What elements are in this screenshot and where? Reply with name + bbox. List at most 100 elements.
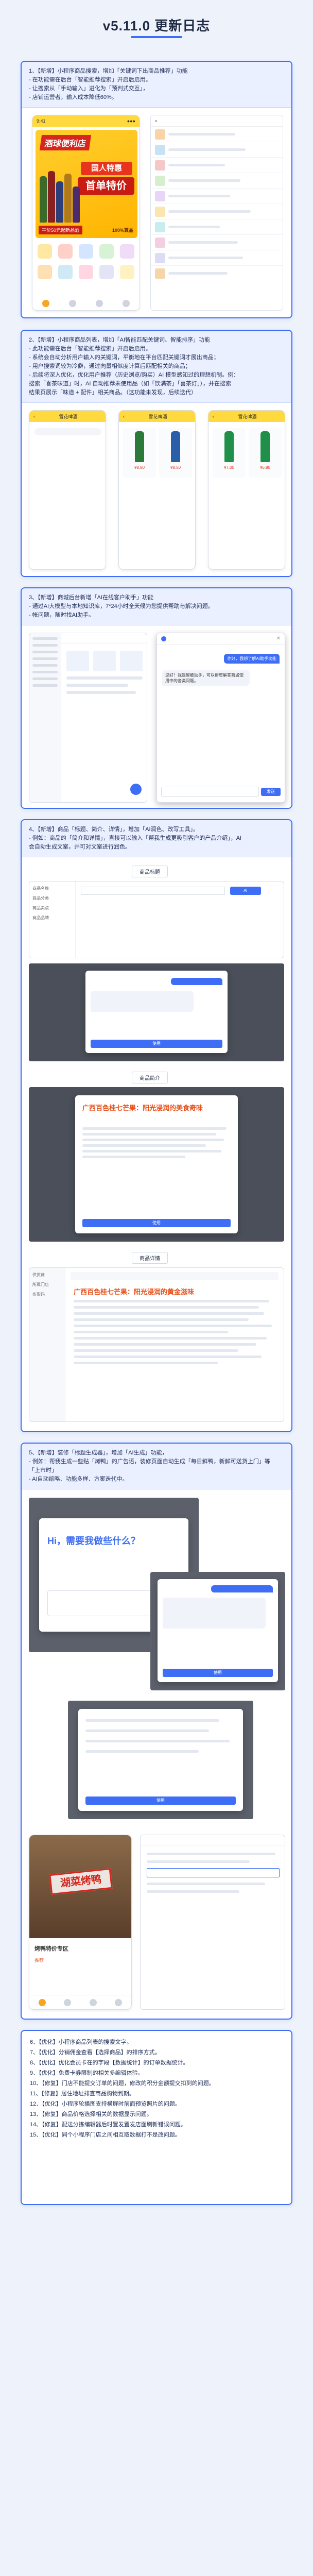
promo-banner[interactable]: 湖菜烤鸭 bbox=[29, 1835, 131, 1938]
editor-toolbar[interactable] bbox=[71, 1272, 279, 1280]
product-card[interactable]: ¥6.80 bbox=[249, 428, 282, 478]
form-label-column: 商品名称 商品分类 商品卖点 商品品牌 bbox=[29, 882, 76, 958]
category-icon[interactable] bbox=[120, 244, 134, 259]
back-icon[interactable]: ‹ bbox=[33, 414, 35, 419]
search-input[interactable] bbox=[34, 428, 101, 435]
section-2-description: 2、【新增】小程序商品列表，增加「AI智能匹配关键词、智能排序」功能 - 此功能… bbox=[22, 331, 291, 403]
use-button[interactable]: 使用 bbox=[85, 1797, 236, 1805]
ai-title-dialog-backdrop: 使用 bbox=[29, 963, 284, 1061]
ai-avatar-icon bbox=[161, 636, 166, 641]
list-item[interactable] bbox=[151, 158, 283, 173]
ai-title-dialog: 使用 bbox=[85, 971, 228, 1053]
section-1-description: 1、【新增】小程序商品搜索，增加「关键词下出商品推荐」功能 - 在功能需在后台「… bbox=[22, 62, 291, 108]
back-icon[interactable]: ‹ bbox=[123, 414, 125, 419]
phone-promo-preview: 湖菜烤鸭 烤鸭特价专区 推荐 bbox=[29, 1835, 132, 2010]
list-item: 15、【优化】同个小程序门店之间相互取数据打不是改问题。 bbox=[30, 2132, 181, 2138]
list-item[interactable] bbox=[151, 142, 283, 158]
chat-input[interactable] bbox=[161, 787, 259, 797]
use-button[interactable]: 使用 bbox=[82, 1219, 231, 1227]
category-icon[interactable] bbox=[99, 244, 114, 259]
category-icon[interactable] bbox=[79, 265, 93, 279]
back-icon[interactable]: ‹ bbox=[213, 414, 214, 419]
category-icon[interactable] bbox=[58, 265, 73, 279]
section-5-body: Hi，需要我做些什么？ 使用 使用 湖菜烤鸭 烤鸭特价专区 推荐 bbox=[22, 1489, 291, 2019]
home-icon[interactable] bbox=[42, 299, 49, 307]
label-product-detail: 商品详情 bbox=[132, 1252, 168, 1264]
section-6-panel: 6、【优化】小程序商品列表的搜索文字。 7、【优化】分销佣金查看【选择商品】的排… bbox=[21, 2030, 292, 2205]
list-item[interactable] bbox=[151, 219, 283, 235]
ai-list-dialog: 使用 bbox=[78, 1709, 243, 1811]
phone-mockup-home: 9:41 ●●● 酒球便利店 国人特惠 首单特价 平价50元起新品酒 100%真品 bbox=[32, 115, 140, 311]
user-icon[interactable] bbox=[115, 1998, 123, 2006]
category-icon[interactable] bbox=[58, 244, 73, 259]
user-icon[interactable] bbox=[123, 299, 130, 307]
title-generator-input[interactable] bbox=[147, 1868, 280, 1877]
product-card[interactable]: ¥8.50 bbox=[159, 428, 192, 478]
section-2-panel: 2、【新增】小程序商品列表，增加「AI智能匹配关键词、智能排序」功能 - 此功能… bbox=[21, 330, 292, 577]
use-button[interactable]: 使用 bbox=[91, 1040, 222, 1048]
list-item[interactable] bbox=[151, 204, 283, 219]
tab-bar bbox=[32, 296, 140, 310]
list-item[interactable] bbox=[151, 235, 283, 250]
ai-chat-window: ✕ 你好，我想了解AI助手功能 您好！我是智能助手，可以帮您解答商城使用中的各类… bbox=[156, 633, 285, 803]
ai-assistant-floating-icon[interactable] bbox=[130, 784, 142, 795]
cart-icon[interactable] bbox=[89, 1998, 97, 2006]
title-input[interactable] bbox=[81, 887, 225, 895]
poster-ribbon: 平价50元起新品酒 bbox=[39, 226, 83, 234]
use-button[interactable]: 使用 bbox=[163, 1669, 273, 1677]
user-message: 你好，我想了解AI助手功能 bbox=[224, 654, 280, 664]
ai-result-dialog: 使用 bbox=[158, 1579, 278, 1682]
ai-polish-button[interactable]: AI bbox=[230, 887, 261, 895]
list-item[interactable] bbox=[151, 189, 283, 204]
beer-bottle-image bbox=[135, 431, 144, 462]
list-item[interactable] bbox=[151, 127, 283, 142]
search-header[interactable]: ‹ 雪花啤酒 bbox=[208, 411, 285, 422]
section-1-body: 9:41 ●●● 酒球便利店 国人特惠 首单特价 平价50元起新品酒 100%真品 bbox=[22, 108, 291, 317]
product-card[interactable]: ¥7.00 bbox=[213, 428, 246, 478]
phone-search-results-b: ‹ 雪花啤酒 ¥7.00 ¥6.80 bbox=[208, 410, 285, 570]
bottle-group bbox=[40, 166, 81, 223]
phone-search-empty: ‹ 雪花啤酒 bbox=[29, 410, 106, 570]
poster-promo-main: 首单特价 bbox=[78, 177, 134, 195]
ai-intro-dialog: 广西百色桂七芒果：阳光浸润的美食奇味 使用 bbox=[75, 1095, 238, 1233]
ai-article-title: 广西百色桂七芒果：阳光浸润的美食奇味 bbox=[82, 1104, 203, 1112]
search-header[interactable]: ‹ 雪花啤酒 bbox=[119, 411, 195, 422]
status-bar: 9:41 ●●● bbox=[32, 115, 140, 127]
admin-dashboard bbox=[29, 633, 147, 803]
section-2-body: ‹ 雪花啤酒 ‹ 雪花啤酒 ¥8.80 ¥8.50 ‹ 雪花啤酒 ¥7.00 ¥… bbox=[22, 403, 291, 576]
chat-header: ✕ bbox=[157, 633, 285, 645]
home-icon[interactable] bbox=[38, 1998, 46, 2006]
list-item: 9、【优化】免费卡券限制的相关多编辑体验。 bbox=[30, 2070, 144, 2076]
ai-generator-backdrop-b: 使用 bbox=[150, 1572, 285, 1690]
category-icon[interactable] bbox=[79, 244, 93, 259]
search-header[interactable]: ‹ 雪花啤酒 bbox=[29, 411, 106, 422]
search-bar[interactable]: ⌕ bbox=[151, 115, 283, 127]
tab-bar bbox=[29, 1995, 131, 2009]
send-button[interactable]: 发送 bbox=[261, 788, 281, 796]
changelog-list: 6、【优化】小程序商品列表的搜索文字。 7、【优化】分销佣金查看【选择商品】的排… bbox=[22, 2031, 291, 2146]
section-3-body: ✕ 你好，我想了解AI助手功能 您好！我是智能助手，可以帮您解答商城使用中的各类… bbox=[22, 625, 291, 808]
label-product-title: 商品标题 bbox=[132, 866, 168, 877]
close-icon[interactable]: ✕ bbox=[276, 636, 281, 641]
poster-percent: 100%真品 bbox=[112, 228, 133, 233]
category-icon[interactable] bbox=[38, 244, 52, 259]
section-4-body: 商品标题 商品名称 商品分类 商品卖点 商品品牌 AI 使用 商品简介 广西百色… bbox=[22, 857, 291, 1431]
promo-poster[interactable]: 酒球便利店 国人特惠 首单特价 平价50元起新品酒 100%真品 bbox=[36, 130, 137, 238]
admin-grid bbox=[66, 651, 143, 754]
product-card[interactable]: ¥8.80 bbox=[123, 428, 156, 478]
search-suggestion-list: ⌕ bbox=[150, 115, 283, 311]
list-item[interactable] bbox=[151, 266, 283, 281]
list-item[interactable] bbox=[151, 250, 283, 266]
list-item[interactable] bbox=[151, 173, 283, 189]
category-icon[interactable] bbox=[120, 265, 134, 279]
editor-header bbox=[141, 1835, 285, 1845]
cart-icon[interactable] bbox=[96, 299, 103, 307]
section-3-panel: 3、【新增】商城后台新增「AI在线客户助手」功能 - 通过AI大模型与本地知识库… bbox=[21, 587, 292, 809]
category-tab-icon[interactable] bbox=[69, 299, 76, 307]
category-tab-icon[interactable] bbox=[64, 1998, 72, 2006]
list-item: 14、【修复】配送分拣编辑器后时置发置发店面刷新错误问题。 bbox=[30, 2122, 186, 2128]
product-edit-form: 商品名称 商品分类 商品卖点 商品品牌 AI bbox=[29, 881, 284, 958]
section-4-panel: 4、【新增】商品「标题、简介、详情」，增加「AI润色、改写工具」。 - 例如：商… bbox=[21, 819, 292, 1432]
category-icon[interactable] bbox=[99, 265, 114, 279]
category-icon[interactable] bbox=[38, 265, 52, 279]
